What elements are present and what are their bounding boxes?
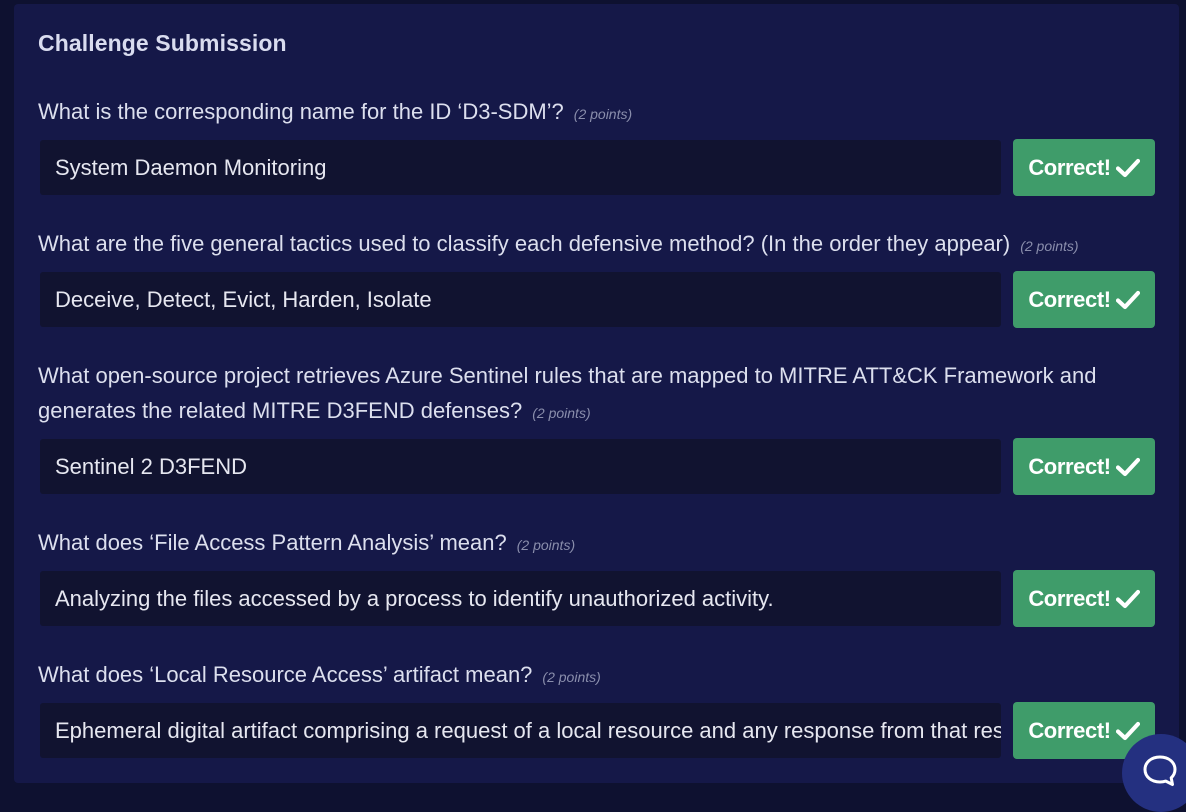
correct-button-label: Correct! (1028, 453, 1111, 479)
points-label: (2 points) (1020, 238, 1079, 254)
points-label: (2 points) (532, 405, 591, 421)
correct-button-4[interactable]: Correct! (1013, 570, 1155, 627)
question-text: What are the five general tactics used t… (38, 231, 1011, 256)
correct-button-label: Correct! (1028, 717, 1111, 743)
question-2: What are the five general tactics used t… (38, 226, 1128, 264)
correct-button-2[interactable]: Correct! (1013, 271, 1155, 328)
question-5: What does ‘Local Resource Access’ artifa… (38, 657, 1128, 695)
points-label: (2 points) (573, 106, 633, 122)
points-label: (2 points) (542, 669, 601, 685)
check-icon (1115, 158, 1140, 177)
panel-title: Challenge Submission (38, 30, 287, 56)
question-4: What does ‘File Access Pattern Analysis’… (38, 525, 1128, 563)
correct-button-label: Correct! (1028, 585, 1111, 611)
correct-button-label: Correct! (1028, 154, 1111, 180)
check-icon (1115, 457, 1140, 476)
correct-button-3[interactable]: Correct! (1013, 438, 1155, 495)
check-icon (1115, 721, 1140, 740)
question-text: What is the corresponding name for the I… (38, 99, 564, 124)
answer-field-3[interactable]: Sentinel 2 D3FEND (40, 439, 1001, 494)
check-icon (1115, 290, 1140, 309)
question-text: What does ‘File Access Pattern Analysis’… (38, 530, 507, 555)
answer-field-4[interactable]: Analyzing the files accessed by a proces… (40, 571, 1001, 626)
answer-field-5[interactable]: Ephemeral digital artifact comprising a … (40, 703, 1001, 758)
points-label: (2 points) (516, 537, 576, 553)
question-3: What open-source project retrieves Azure… (38, 358, 1128, 431)
check-icon (1115, 589, 1140, 608)
correct-button-label: Correct! (1028, 286, 1111, 312)
correct-button-1[interactable]: Correct! (1013, 139, 1155, 196)
question-text: What does ‘Local Resource Access’ artifa… (38, 662, 533, 687)
answer-field-2[interactable]: Deceive, Detect, Evict, Harden, Isolate (40, 272, 1001, 327)
question-1: What is the corresponding name for the I… (38, 94, 1128, 132)
answer-field-1[interactable]: System Daemon Monitoring (40, 140, 1001, 195)
chat-bubble-icon (1143, 755, 1177, 786)
chat-button[interactable] (1122, 734, 1186, 812)
